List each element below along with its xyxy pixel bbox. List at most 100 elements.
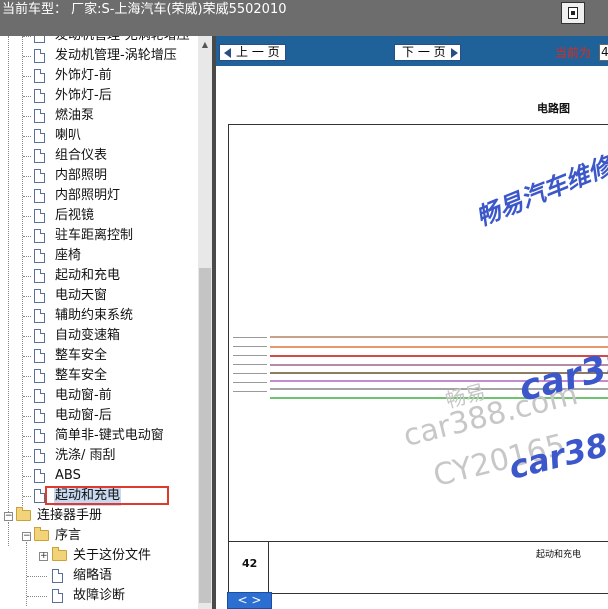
collapse-icon[interactable]: − [22, 532, 31, 541]
tree-item-label: 辅助约束系统 [55, 308, 134, 323]
tree-item[interactable]: 发动机管理-涡轮增压 [0, 46, 198, 66]
selection-highlight-box [45, 486, 169, 505]
tree-folder-preface[interactable]: − 序言 [0, 522, 198, 546]
tree-item[interactable]: 起动和充电 [0, 266, 198, 286]
collapse-icon[interactable]: − [4, 512, 13, 521]
tree-item[interactable]: 外饰灯-前 [0, 66, 198, 86]
document-icon [34, 469, 45, 483]
tree-item[interactable]: 故障诊断 [0, 586, 198, 606]
bottom-nav-button[interactable]: < > [227, 592, 272, 609]
tree-item[interactable]: 自动变速箱 [0, 326, 198, 346]
page-number-input[interactable]: 40 [599, 44, 608, 61]
tree-item[interactable]: 外饰灯-后 [0, 86, 198, 106]
diagram-frame [228, 124, 608, 594]
tree-item-label: 内部照明灯 [55, 188, 121, 203]
circuit-wire [270, 380, 608, 382]
tree-item[interactable]: 整车安全 [0, 346, 198, 366]
diagram-title: 电路图 [537, 102, 570, 115]
tree-item-label: 电动天窗 [55, 288, 108, 303]
document-icon [34, 69, 45, 83]
document-icon [34, 269, 45, 283]
document-icon [34, 389, 45, 403]
tree-item[interactable]: 燃油泵 [0, 106, 198, 126]
tree-item-label: 后视镜 [55, 208, 95, 223]
document-icon [34, 309, 45, 323]
tree-folder-connector-manual[interactable]: − 连接器手册 [0, 506, 198, 526]
title-bar: 当前车型： 厂家:S-上海汽车(荣威)荣威5502010 [0, 0, 608, 36]
document-icon [34, 249, 45, 263]
window-title: 当前车型： 厂家:S-上海汽车(荣威)荣威5502010 [2, 2, 287, 17]
tree-item[interactable]: 缩略语 [0, 566, 198, 586]
prev-page-button[interactable]: 上 一 页 [219, 44, 286, 61]
tree-item-label: 组合仪表 [55, 148, 108, 163]
folder-open-icon [16, 507, 31, 521]
tree-item[interactable]: 简单非-键式电动窗 [0, 426, 198, 446]
tree-item-label: 简单非-键式电动窗 [55, 428, 164, 443]
wire-labels-block [233, 333, 267, 403]
tree-item-label: 电动窗-前 [55, 388, 112, 403]
tree-item[interactable]: 发动机管理-无涡轮增压 [0, 36, 198, 46]
document-icon [34, 449, 45, 463]
tree-item-label: 内部照明 [55, 168, 108, 183]
document-tree: 发动机管理-无涡轮增压 发动机管理-涡轮增压 外饰灯-前 外饰灯-后 燃油泵 喇… [0, 36, 198, 609]
document-icon [34, 229, 45, 243]
tree-folder-label: 连接器手册 [37, 508, 103, 523]
circuit-wire [270, 364, 608, 366]
tree-item-label: 缩略语 [73, 568, 113, 583]
tree-item[interactable]: 辅助约束系统 [0, 306, 198, 326]
tree-item-label: 自动变速箱 [55, 328, 121, 343]
document-icon [34, 36, 45, 43]
tree-item-label: 洗涤/ 雨刮 [55, 448, 116, 463]
tree-item[interactable]: 内部照明灯 [0, 186, 198, 206]
tree-item[interactable]: 电动窗-后 [0, 406, 198, 426]
tree-item-label: 外饰灯-后 [55, 88, 112, 103]
folder-open-icon [34, 527, 49, 541]
diagram-page-number: 42 [242, 557, 258, 570]
tree-item-label: 电动窗-后 [55, 408, 112, 423]
document-icon [52, 569, 63, 583]
tree-item[interactable]: 整车安全 [0, 366, 198, 386]
document-icon [34, 429, 45, 443]
document-icon [52, 589, 63, 603]
tree-item-label: 整车安全 [55, 368, 108, 383]
document-icon [34, 109, 45, 123]
diagram-caption: 起动和充电 [536, 550, 582, 560]
tree-item-label: 起动和充电 [55, 268, 121, 283]
tree-item[interactable]: 电动窗-前 [0, 386, 198, 406]
tree-item[interactable]: 洗涤/ 雨刮 [0, 446, 198, 466]
document-icon [34, 489, 45, 503]
document-icon [34, 149, 45, 163]
tree-item[interactable]: ABS [0, 466, 198, 486]
tree-item-label: 燃油泵 [55, 108, 95, 123]
tree-item[interactable]: 内部照明 [0, 166, 198, 186]
document-icon [34, 49, 45, 63]
folder-icon [52, 547, 67, 561]
circuit-wire [270, 346, 608, 348]
scrollbar-thumb[interactable] [199, 268, 211, 603]
tree-item-label: 整车安全 [55, 348, 108, 363]
tree-folder-about[interactable]: + 关于这份文件 [0, 542, 198, 606]
document-icon [34, 189, 45, 203]
scroll-up-icon[interactable]: ▲ [199, 38, 211, 52]
document-icon [34, 169, 45, 183]
document-icon [34, 209, 45, 223]
arrow-left-icon [224, 48, 231, 58]
document-icon [34, 369, 45, 383]
tree-item-label: 发动机管理-涡轮增压 [55, 48, 177, 63]
tree-item-label: ABS [55, 468, 81, 483]
tree-item[interactable]: 座椅 [0, 246, 198, 266]
expand-icon[interactable]: + [39, 552, 48, 561]
tree-item[interactable]: 驻车距离控制 [0, 226, 198, 246]
tree-item-label: 座椅 [55, 248, 82, 263]
tree-item[interactable]: 组合仪表 [0, 146, 198, 166]
restore-window-button[interactable] [561, 2, 585, 24]
tree-item-label: 驻车距离控制 [55, 228, 134, 243]
tree-item[interactable]: 电动天窗 [0, 286, 198, 306]
restore-icon [568, 7, 578, 19]
next-page-button[interactable]: 下 一 页 [394, 44, 461, 61]
document-icon [34, 289, 45, 303]
tree-item[interactable]: 喇叭 [0, 126, 198, 146]
tree-item[interactable]: 后视镜 [0, 206, 198, 226]
tree-folder-label: 关于这份文件 [73, 548, 152, 563]
tree-scrollbar[interactable]: ▲ [198, 36, 212, 609]
